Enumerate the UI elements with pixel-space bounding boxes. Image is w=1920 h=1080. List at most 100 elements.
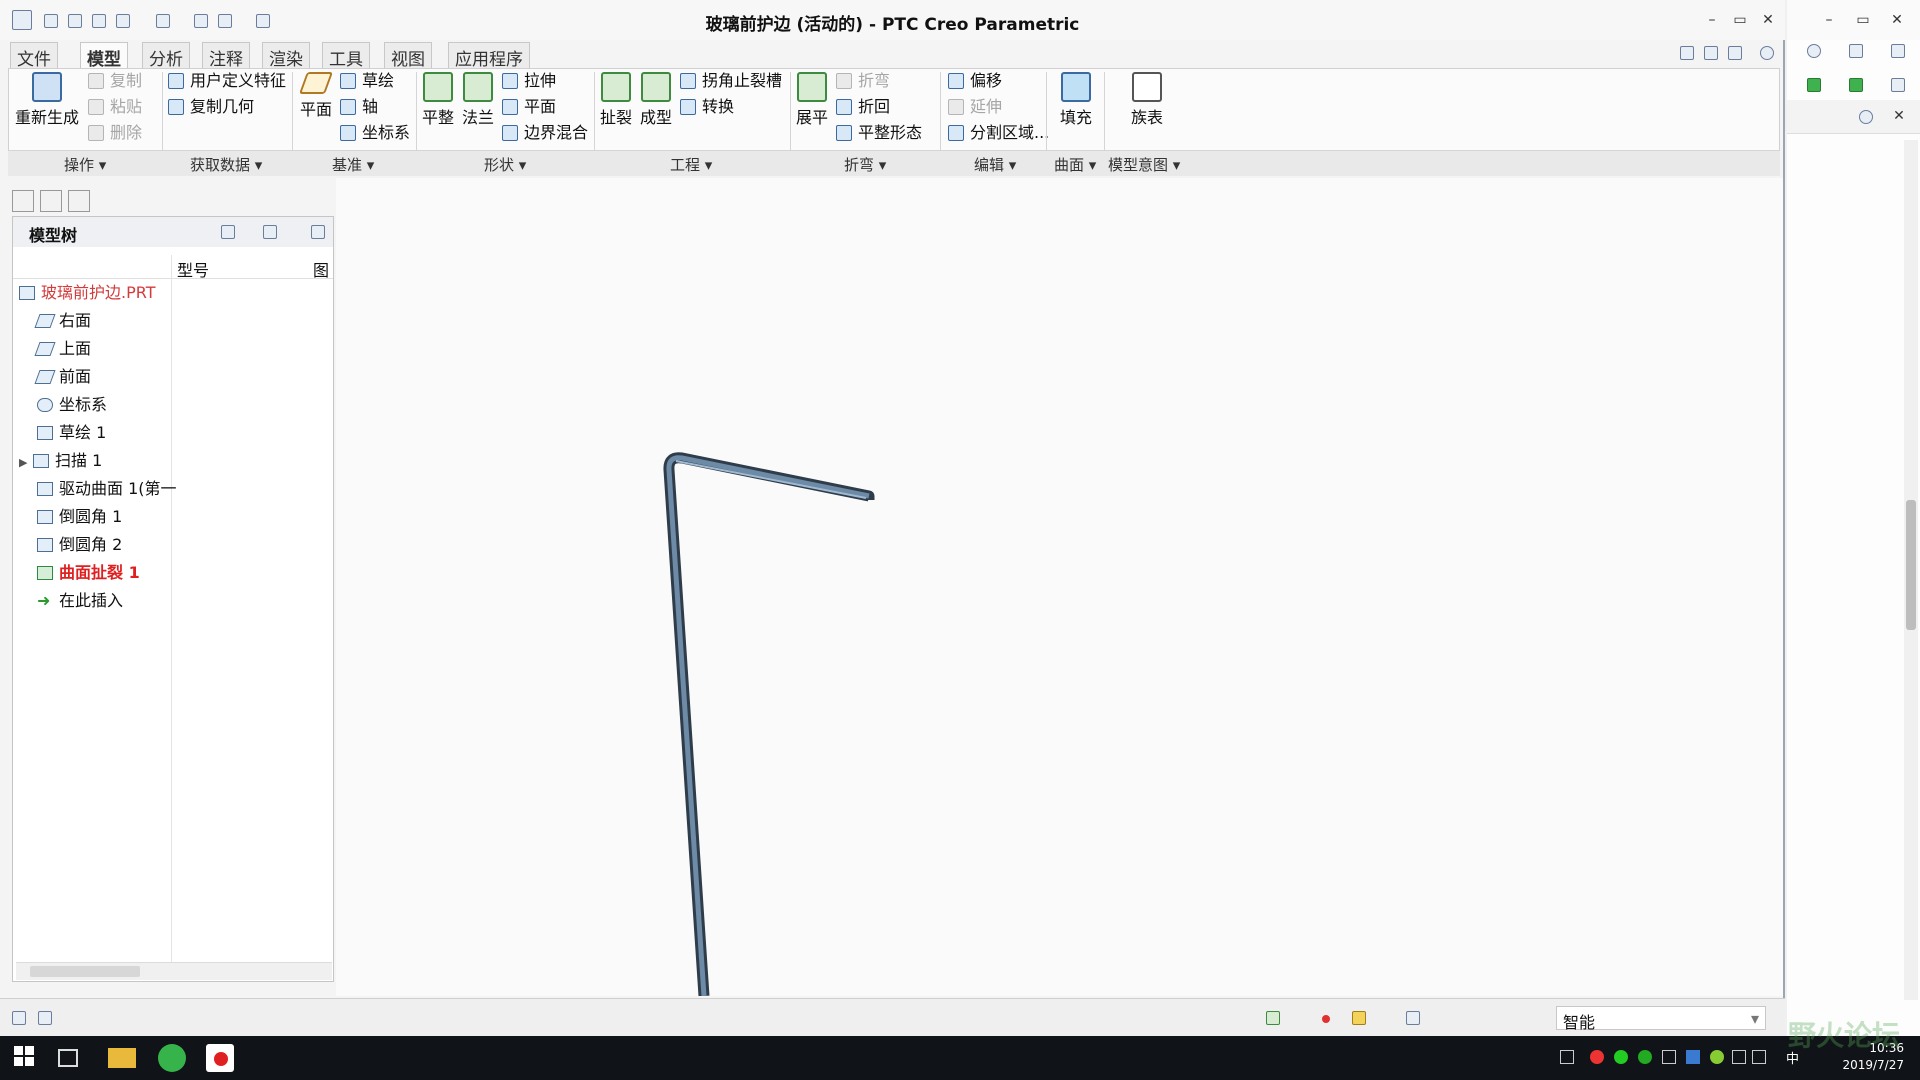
browser-menu-icon[interactable] xyxy=(1891,44,1905,58)
show-browser-icon[interactable] xyxy=(38,1011,52,1025)
tab-render[interactable]: 渲染 xyxy=(262,42,310,70)
selection-filter-dropdown[interactable]: 智能 ▾ xyxy=(1556,1006,1766,1032)
fill-button[interactable]: 填充 xyxy=(1054,72,1098,128)
shield-icon[interactable] xyxy=(1849,78,1863,92)
user-defined-feature-button[interactable]: 用户定义特征 xyxy=(168,70,286,92)
paste-button[interactable]: 粘贴 xyxy=(88,96,142,118)
browser-restore-button[interactable]: ▭ xyxy=(1851,10,1875,30)
tab-annotate[interactable]: 注释 xyxy=(202,42,250,70)
tree-item-sketch-1[interactable]: 草绘 1 xyxy=(37,421,106,445)
group-surfaces[interactable]: 曲面 ▾ xyxy=(1054,154,1096,175)
form-button[interactable]: 成型 xyxy=(638,72,674,128)
group-get-data[interactable]: 获取数据 ▾ xyxy=(190,154,262,175)
file-explorer-icon[interactable] xyxy=(108,1048,136,1068)
tree-item-csys[interactable]: 坐标系 xyxy=(37,393,107,417)
group-engineering[interactable]: 工程 ▾ xyxy=(670,154,712,175)
help-icon[interactable] xyxy=(1760,46,1774,60)
tree-columns-icon[interactable] xyxy=(263,225,277,239)
find-icon[interactable] xyxy=(1406,1011,1420,1025)
browser-search-icon[interactable] xyxy=(1807,44,1821,58)
volume-icon[interactable] xyxy=(1752,1050,1766,1064)
tab-view[interactable]: 视图 xyxy=(384,42,432,70)
tab-applications[interactable]: 应用程序 xyxy=(448,42,530,70)
copy-geometry-button[interactable]: 复制几何 xyxy=(168,96,254,118)
tray-app-icon[interactable] xyxy=(1590,1050,1604,1064)
tree-item-top-plane[interactable]: 上面 xyxy=(34,337,91,361)
bend-back-button[interactable]: 折回 xyxy=(836,96,890,118)
network-icon[interactable] xyxy=(1662,1050,1676,1064)
rip-button[interactable]: 扯裂 xyxy=(598,72,634,128)
tab-analysis[interactable]: 分析 xyxy=(142,42,190,70)
group-operations[interactable]: 操作 ▾ xyxy=(64,154,106,175)
bend-button[interactable]: 折弯 xyxy=(836,70,890,92)
tree-horizontal-scrollbar[interactable] xyxy=(16,962,332,980)
offset-button[interactable]: 偏移 xyxy=(948,70,1002,92)
family-table-button[interactable]: 族表 xyxy=(1124,72,1170,128)
regen-status-icon[interactable] xyxy=(1266,1011,1280,1025)
scrollbar-thumb[interactable] xyxy=(1906,500,1916,630)
group-model-intent[interactable]: 模型意图 ▾ xyxy=(1108,154,1180,175)
tray-browser-icon[interactable] xyxy=(1638,1050,1652,1064)
tree-item-front-plane[interactable]: 前面 xyxy=(34,365,91,389)
graphics-area[interactable] xyxy=(336,178,1783,997)
creo-taskbar-icon[interactable] xyxy=(206,1044,234,1072)
gear-icon[interactable] xyxy=(1859,110,1873,124)
scrollbar-thumb[interactable] xyxy=(30,966,140,977)
extensions-icon[interactable] xyxy=(1891,78,1905,92)
tree-item-round-1[interactable]: 倒圆角 1 xyxy=(37,505,122,529)
split-area-button[interactable]: 分割区域... xyxy=(948,122,1049,144)
tab-model[interactable]: 模型 xyxy=(80,42,128,70)
tree-insert-here[interactable]: ➜ 在此插入 xyxy=(37,589,123,613)
minimize-button[interactable]: – xyxy=(1700,10,1724,30)
game-icon[interactable] xyxy=(1807,78,1821,92)
tab-tools[interactable]: 工具 xyxy=(322,42,370,70)
expand-arrow-icon[interactable]: ▶ xyxy=(19,451,33,475)
browser-scrollbar[interactable] xyxy=(1904,140,1918,1000)
monitor-icon[interactable] xyxy=(1732,1050,1746,1064)
convert-button[interactable]: 转换 xyxy=(680,96,734,118)
column-icon[interactable]: 图 xyxy=(313,257,329,281)
restore-button[interactable]: ▭ xyxy=(1728,10,1752,30)
regenerate-button[interactable]: 重新生成 xyxy=(14,72,80,128)
tree-item-right-plane[interactable]: 右面 xyxy=(34,309,91,333)
copy-button[interactable]: 复制 xyxy=(88,70,142,92)
tree-item-surface-rip-1[interactable]: 曲面扯裂 1 xyxy=(37,561,140,585)
tree-settings-icon[interactable] xyxy=(221,225,235,239)
favorites-tab-icon[interactable] xyxy=(68,190,90,212)
tray-app2-icon[interactable] xyxy=(1686,1050,1700,1064)
sheetmetal-model[interactable] xyxy=(336,178,1783,997)
column-type[interactable]: 型号 xyxy=(177,257,209,281)
flange-button[interactable]: 法兰 xyxy=(460,72,496,128)
plane-wall-button[interactable]: 平面 xyxy=(502,96,556,118)
group-bends[interactable]: 折弯 ▾ xyxy=(844,154,886,175)
tree-item-sweep-1[interactable]: ▶ 扫描 1 xyxy=(19,449,102,473)
extend-button[interactable]: 延伸 xyxy=(948,96,1002,118)
tab-file[interactable]: 文件 xyxy=(10,42,58,70)
boundary-blend-button[interactable]: 边界混合 xyxy=(502,122,588,144)
start-icon[interactable] xyxy=(12,1044,40,1072)
flat-pattern-button[interactable]: 平整形态 xyxy=(836,122,922,144)
search-icon[interactable] xyxy=(1704,46,1718,60)
unbend-button[interactable]: 展平 xyxy=(794,72,830,128)
plane-button[interactable]: 平面 xyxy=(298,72,334,120)
sketch-button[interactable]: 草绘 xyxy=(340,70,394,92)
group-editing[interactable]: 编辑 ▾ xyxy=(974,154,1016,175)
tree-filter-icon[interactable] xyxy=(311,225,325,239)
flat-button[interactable]: 平整 xyxy=(420,72,456,128)
extrude-button[interactable]: 拉伸 xyxy=(502,70,556,92)
browser-undo-icon[interactable] xyxy=(1849,44,1863,58)
delete-button[interactable]: 删除 xyxy=(88,122,142,144)
people-icon[interactable] xyxy=(1560,1050,1574,1064)
axis-button[interactable]: 轴 xyxy=(340,96,378,118)
wechat-icon[interactable] xyxy=(1614,1050,1628,1064)
close-button[interactable]: ✕ xyxy=(1756,10,1780,30)
tree-item-driving-surface-1[interactable]: 驱动曲面 1(第一 xyxy=(37,477,177,501)
group-shapes[interactable]: 形状 ▾ xyxy=(484,154,526,175)
tree-item-round-2[interactable]: 倒圆角 2 xyxy=(37,533,122,557)
corner-relief-button[interactable]: 拐角止裂槽 xyxy=(680,70,782,92)
settings-icon[interactable] xyxy=(1728,46,1742,60)
group-datum[interactable]: 基准 ▾ xyxy=(332,154,374,175)
flag-icon[interactable] xyxy=(1352,1011,1366,1025)
csys-button[interactable]: 坐标系 xyxy=(340,122,410,144)
browser-close-button[interactable]: ✕ xyxy=(1885,10,1909,30)
